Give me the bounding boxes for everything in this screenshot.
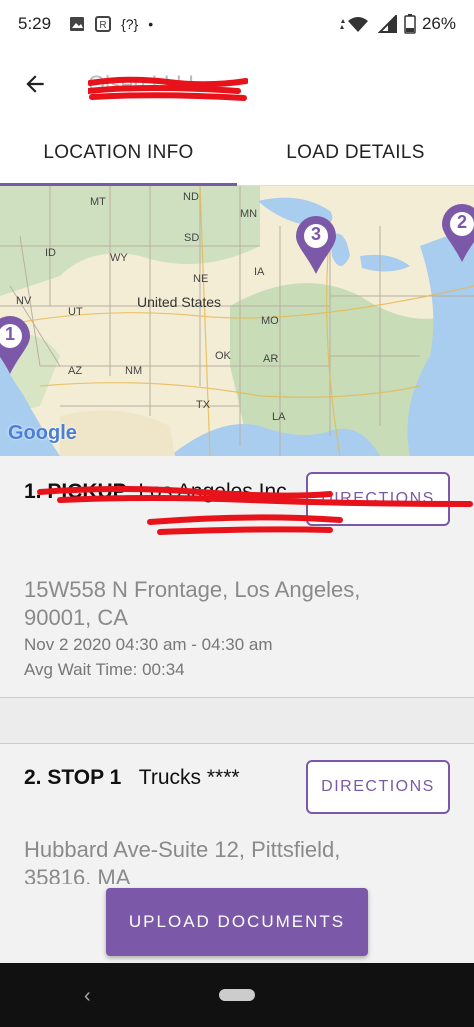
arrow-back-icon <box>26 75 44 93</box>
directions-button[interactable]: DIRECTIONS <box>306 760 450 814</box>
notification-dot-icon: • <box>148 16 154 32</box>
map-label: MT <box>90 196 106 208</box>
stop-address: 15W558 N Frontage, Los Angeles, 90001, C… <box>24 577 361 630</box>
map-label: UT <box>68 306 83 318</box>
map-label: MN <box>240 208 258 220</box>
map-label: ID <box>45 247 56 259</box>
stop-title: 2. STOP 1 Trucks **** <box>24 766 240 789</box>
notification-icons: R {?} • <box>69 16 153 32</box>
notification-text-icon: {?} <box>121 16 139 32</box>
us-map <box>0 186 474 456</box>
map-label: TX <box>196 399 211 411</box>
stop-card: 1. PICKUP Los Angeles Inc DIRECTIONS 15W… <box>0 456 474 698</box>
map-label: IA <box>254 266 265 278</box>
battery-icon <box>404 14 416 34</box>
map-label: WY <box>110 252 128 264</box>
map-label: NE <box>193 273 209 285</box>
status-bar: 5:29 R {?} • 26% <box>0 0 474 48</box>
back-button[interactable] <box>0 48 70 120</box>
r-app-icon: R <box>95 16 112 32</box>
wifi-icon <box>339 17 368 32</box>
tab-location-info[interactable]: LOCATION INFO <box>0 120 237 186</box>
map-label: ND <box>183 191 199 203</box>
tab-bar: LOCATION INFO LOAD DETAILS <box>0 120 474 186</box>
map-marker-1[interactable]: 1 <box>0 314 32 376</box>
stop-date: Nov 2 2020 04:30 am - 04:30 am <box>24 635 273 654</box>
map-label: MO <box>261 315 279 327</box>
page-title: Olsen LLLL <box>88 71 248 101</box>
card-divider <box>0 698 474 744</box>
map-label: NM <box>125 365 143 377</box>
redaction-scribble <box>88 76 248 101</box>
map-label: LA <box>272 411 286 423</box>
map-marker-3[interactable]: 3 <box>294 214 338 276</box>
google-logo: Google <box>8 422 77 444</box>
cell-signal-icon <box>377 15 397 33</box>
system-nav-bar: ‹ <box>0 963 474 1027</box>
nav-home-pill[interactable] <box>219 989 255 1001</box>
map-view[interactable]: MT ND MN SD ID WY IA NE NV UT United Sta… <box>0 186 474 456</box>
image-icon <box>70 17 85 31</box>
map-label: OK <box>215 350 231 362</box>
redaction-scribble <box>37 486 473 535</box>
map-label: NV <box>16 295 32 307</box>
app-bar: Olsen LLLL <box>0 48 474 120</box>
map-country-label: United States <box>137 294 222 310</box>
map-marker-2[interactable]: 2 <box>440 202 474 264</box>
battery-percent: 26% <box>421 14 456 33</box>
stop-address: Hubbard Ave-Suite 12, Pittsfield, 35816,… <box>24 837 341 884</box>
map-label: AZ <box>68 365 83 377</box>
stop-wait-time: Avg Wait Time: 00:34 <box>24 660 185 679</box>
stop-card: 2. STOP 1 Trucks **** DIRECTIONS Hubbard… <box>0 744 474 884</box>
map-label: AR <box>263 353 279 365</box>
tab-load-details[interactable]: LOAD DETAILS <box>237 120 474 185</box>
upload-documents-button[interactable]: UPLOAD DOCUMENTS <box>106 888 368 956</box>
svg-text:R: R <box>99 20 106 31</box>
map-label: SD <box>184 232 200 244</box>
nav-back-icon[interactable]: ‹ <box>84 985 91 1008</box>
status-time: 5:29 <box>18 14 52 33</box>
